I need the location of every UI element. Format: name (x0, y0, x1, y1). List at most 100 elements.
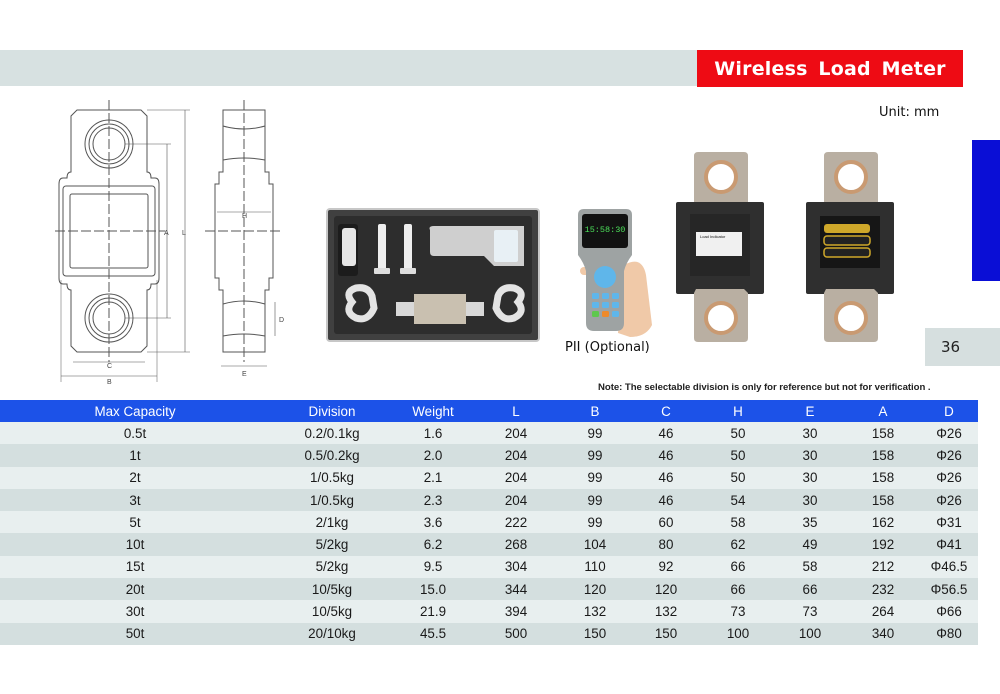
cell-l: 204 (472, 466, 560, 489)
cell-e: 30 (774, 466, 846, 489)
cell-l: 268 (472, 533, 560, 556)
cell-division: 5/2kg (270, 555, 394, 579)
dim-label-B: B (107, 379, 112, 385)
spec-table: Max Capacity Division Weight L B C H E A D 0.5t 0.… (0, 400, 978, 645)
cell-h: 100 (702, 622, 774, 645)
front-view (55, 100, 190, 382)
cell-h: 62 (702, 533, 774, 556)
cell-weight: 45.5 (394, 622, 472, 645)
cell-a: 212 (846, 555, 920, 579)
cell-weight: 15.0 (394, 578, 472, 601)
cell-c: 120 (630, 578, 702, 601)
page-number: 36 (925, 328, 1000, 366)
cell-division: 0.2/0.1kg (270, 422, 394, 445)
cell-a: 158 (846, 488, 920, 512)
cell-e: 30 (774, 444, 846, 467)
page-title: Wireless Load Meter (697, 50, 963, 87)
table-row: 5t 2/1kg 3.6 222 99 60 58 35 162 Φ31 (0, 511, 978, 534)
battery (823, 235, 871, 246)
bolt (404, 224, 412, 274)
cell-division: 20/10kg (270, 622, 394, 645)
cell-a: 232 (846, 578, 920, 601)
table-header-row: Max Capacity Division Weight L B C H E A D (0, 400, 978, 422)
cell-b: 99 (560, 511, 630, 534)
cell-l: 204 (472, 444, 560, 467)
column-header-c: C (630, 400, 702, 422)
cell-b: 99 (560, 444, 630, 467)
cell-division: 1/0.5kg (270, 466, 394, 489)
shackle (492, 284, 525, 323)
cell-d: Φ26 (920, 444, 978, 467)
kit-case-photo (326, 208, 540, 342)
cell-d: Φ46.5 (920, 555, 978, 579)
cell-e: 30 (774, 488, 846, 512)
cell-c: 46 (630, 444, 702, 467)
cell-b: 99 (560, 488, 630, 512)
table-row: 10t 5/2kg 6.2 268 104 80 62 49 192 Φ41 (0, 533, 978, 556)
table-row: 0.5t 0.2/0.1kg 1.6 204 99 46 50 30 158 Φ26 (0, 422, 978, 445)
cell-a: 340 (846, 622, 920, 645)
cell-l: 204 (472, 488, 560, 512)
dim-label-D: D (279, 317, 284, 324)
cell-weight: 2.0 (394, 444, 472, 467)
cell-d: Φ80 (920, 622, 978, 645)
meter-front-photo: Load Indicator (676, 152, 766, 347)
table-row: 1t 0.5/0.2kg 2.0 204 99 46 50 30 158 Φ26 (0, 444, 978, 467)
cell-max-capacity: 0.5t (0, 422, 270, 445)
cell-weight: 3.6 (394, 511, 472, 534)
cell-max-capacity: 2t (0, 466, 270, 489)
optional-caption: PII (Optional) (565, 340, 650, 355)
cell-b: 99 (560, 422, 630, 445)
division-note: Note: The selectable division is only fo… (598, 382, 931, 393)
cell-weight: 1.6 (394, 422, 472, 445)
cell-c: 80 (630, 533, 702, 556)
cell-h: 50 (702, 444, 774, 467)
cell-h: 50 (702, 466, 774, 489)
table-row: 2t 1/0.5kg 2.1 204 99 46 50 30 158 Φ26 (0, 466, 978, 489)
table-row: 30t 10/5kg 21.9 394 132 132 73 73 264 Φ66 (0, 600, 978, 623)
remote-control (342, 228, 356, 266)
cell-division: 10/5kg (270, 600, 394, 623)
cell-c: 92 (630, 555, 702, 579)
bolt (378, 224, 386, 274)
cell-c: 132 (630, 600, 702, 623)
column-header-h: H (702, 400, 774, 422)
table-row: 20t 10/5kg 15.0 344 120 120 66 66 232 Φ56.5 (0, 578, 978, 601)
dim-label-A: A (164, 230, 169, 237)
cell-e: 58 (774, 555, 846, 579)
table-row: 15t 5/2kg 9.5 304 110 92 66 58 212 Φ46.5 (0, 555, 978, 579)
cell-d: Φ26 (920, 422, 978, 445)
cell-e: 100 (774, 622, 846, 645)
cell-d: Φ66 (920, 600, 978, 623)
cell-e: 35 (774, 511, 846, 534)
cell-l: 204 (472, 422, 560, 445)
cell-a: 158 (846, 466, 920, 489)
cell-division: 10/5kg (270, 578, 394, 601)
cell-d: Φ41 (920, 533, 978, 556)
cell-c: 60 (630, 511, 702, 534)
battery (823, 247, 871, 258)
cell-d: Φ31 (920, 511, 978, 534)
cell-d: Φ26 (920, 466, 978, 489)
column-header-a: A (846, 400, 920, 422)
cell-c: 46 (630, 488, 702, 512)
cell-division: 2/1kg (270, 511, 394, 534)
cell-l: 222 (472, 511, 560, 534)
cell-max-capacity: 15t (0, 555, 270, 579)
table-row: 50t 20/10kg 45.5 500 150 150 100 100 340 Φ80 (0, 622, 978, 645)
cell-a: 158 (846, 444, 920, 467)
cell-division: 1/0.5kg (270, 488, 394, 512)
cell-max-capacity: 3t (0, 488, 270, 512)
cell-a: 158 (846, 422, 920, 445)
cell-b: 99 (560, 466, 630, 489)
dim-label-H: H (242, 213, 247, 220)
cell-b: 104 (560, 533, 630, 556)
cell-max-capacity: 10t (0, 533, 270, 556)
cell-max-capacity: 1t (0, 444, 270, 467)
shackle (345, 284, 378, 323)
load-cell (414, 294, 466, 324)
cell-max-capacity: 20t (0, 578, 270, 601)
header-band (0, 50, 700, 86)
cell-weight: 2.3 (394, 488, 472, 512)
cell-b: 120 (560, 578, 630, 601)
